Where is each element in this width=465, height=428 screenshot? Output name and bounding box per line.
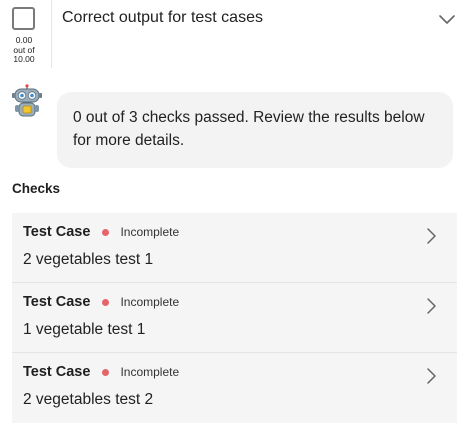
check-title: Test Case [23, 294, 91, 310]
score-max: 10.00 [13, 54, 35, 64]
checks-heading: Checks [12, 181, 61, 196]
check-row-header: Test Case Incomplete [23, 224, 179, 240]
grading-panel: 0.00 out of 10.00 Correct output for tes… [0, 0, 465, 428]
check-description: 1 vegetable test 1 [23, 321, 146, 338]
check-row-header: Test Case Incomplete [23, 294, 179, 310]
chevron-right-icon[interactable] [425, 227, 437, 245]
chevron-down-icon[interactable] [438, 13, 456, 25]
check-row[interactable]: Test Case Incomplete 2 vegetables test 1 [12, 213, 457, 283]
status-dot [102, 298, 110, 306]
feedback-message: 0 out of 3 checks passed. Review the res… [57, 92, 453, 168]
robot-icon [12, 84, 42, 117]
check-status: Incomplete [120, 295, 180, 309]
check-description: 2 vegetables test 1 [23, 251, 154, 268]
check-status: Incomplete [120, 365, 180, 379]
rubric-score-column: 0.00 out of 10.00 [0, 0, 52, 68]
rubric-title[interactable]: Correct output for test cases [62, 9, 263, 27]
check-title: Test Case [23, 224, 91, 240]
check-row[interactable]: Test Case Incomplete 1 vegetable test 1 [12, 283, 457, 353]
checks-list: Test Case Incomplete 2 vegetables test 1… [12, 213, 457, 423]
status-dot [102, 228, 110, 236]
status-dot [102, 368, 110, 376]
chevron-right-icon[interactable] [425, 367, 437, 385]
check-status: Incomplete [120, 225, 180, 239]
rubric-checkbox[interactable] [12, 7, 35, 30]
check-row[interactable]: Test Case Incomplete 2 vegetables test 2 [12, 353, 457, 423]
check-title: Test Case [23, 364, 91, 380]
rubric-score: 0.00 out of 10.00 [3, 35, 45, 65]
check-description: 2 vegetables test 2 [23, 391, 154, 408]
chevron-right-icon[interactable] [425, 297, 437, 315]
check-row-header: Test Case Incomplete [23, 364, 179, 380]
